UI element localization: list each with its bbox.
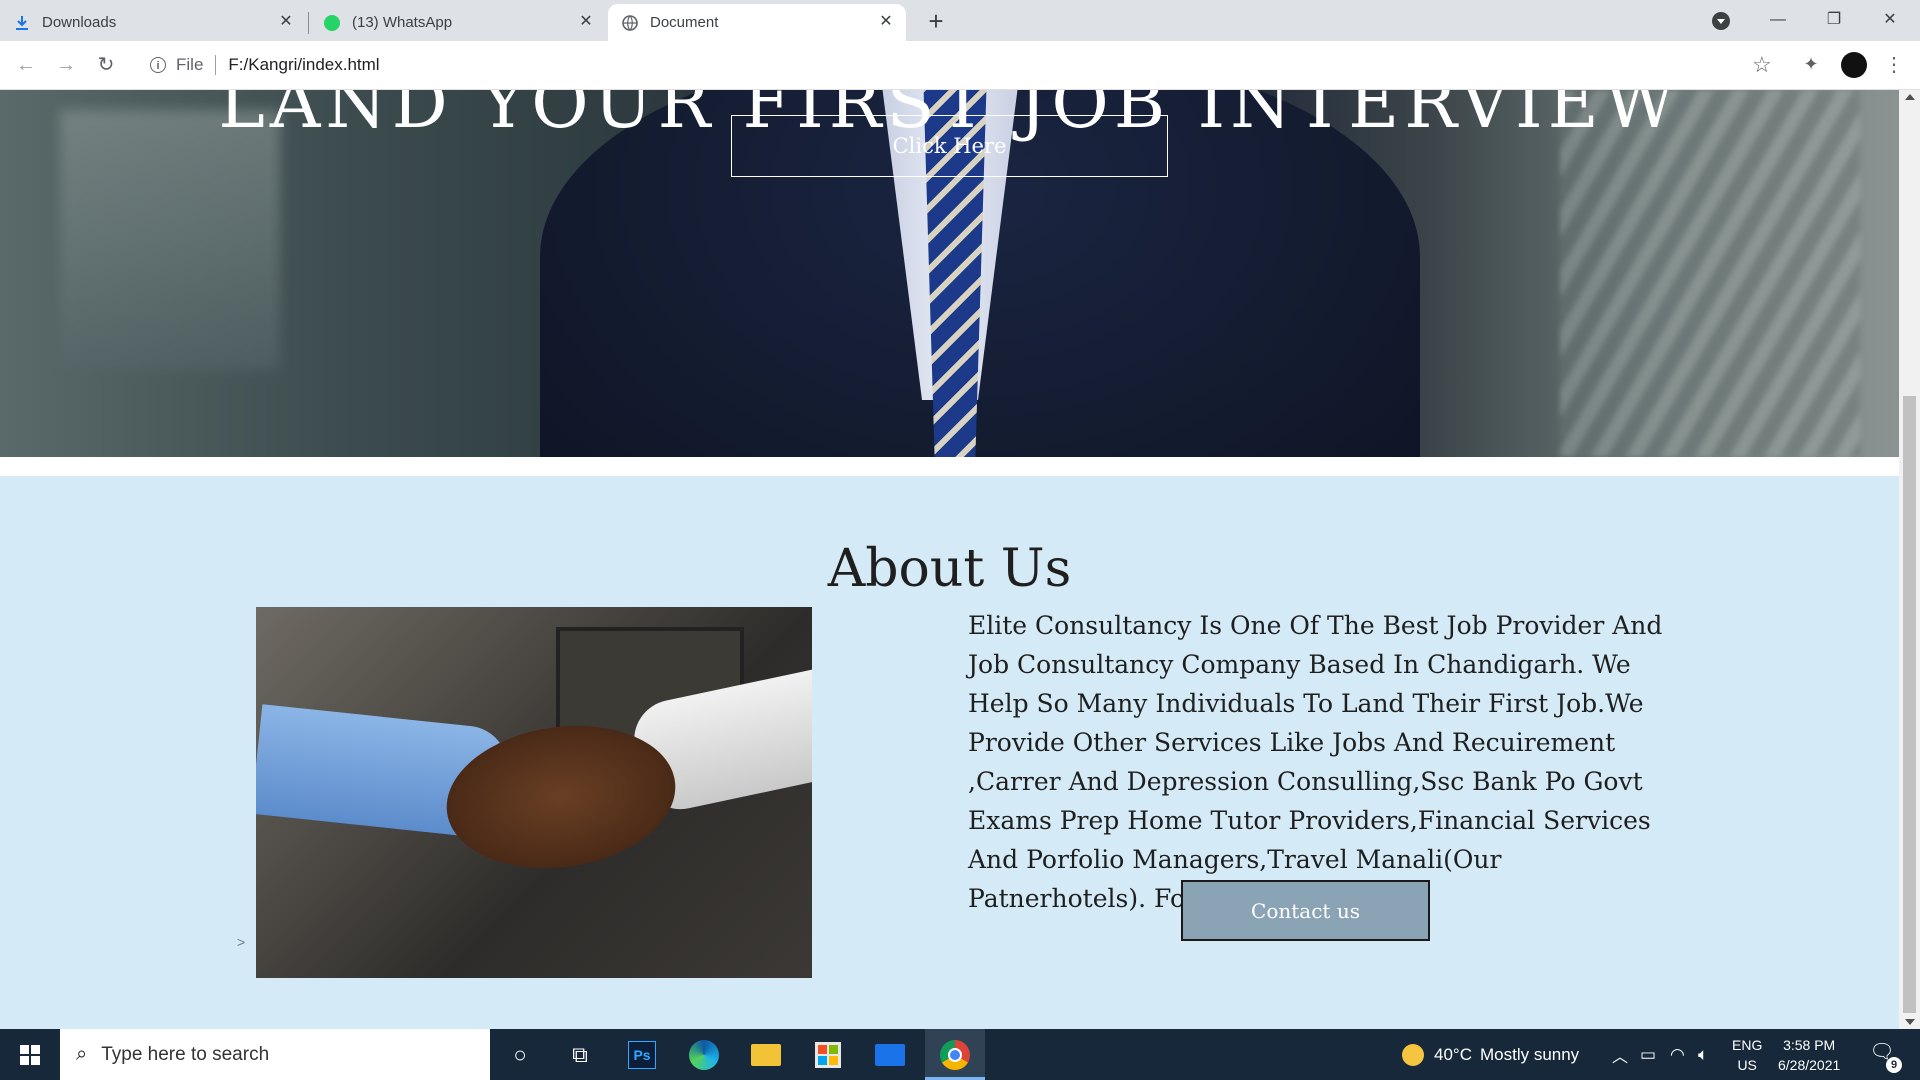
taskbar-search[interactable]: ⌕ Type here to search (60, 1029, 490, 1080)
chrome-icon[interactable] (937, 1037, 973, 1073)
scroll-thumb[interactable] (1903, 396, 1916, 1013)
whatsapp-icon (324, 14, 340, 31)
task-view-icon[interactable]: ⧉ (562, 1037, 598, 1073)
handshake-image (256, 607, 812, 978)
about-title: About Us (827, 539, 1072, 600)
restore-icon[interactable]: ❐ (1806, 0, 1862, 41)
reload-icon[interactable]: ↻ (92, 51, 120, 79)
tab-label: (13) WhatsApp (352, 14, 453, 31)
photoshop-icon[interactable]: Ps (624, 1037, 660, 1073)
clock-date: 6/28/2021 (1778, 1056, 1841, 1073)
tab-search-icon[interactable] (1712, 12, 1730, 30)
clock[interactable]: 3:58 PM 6/28/2021 (1778, 1029, 1840, 1080)
tab-label: Downloads (42, 14, 117, 31)
contact-us-button[interactable]: Contact us (1181, 880, 1430, 941)
battery-icon[interactable]: ▭ (1640, 1029, 1656, 1080)
address-bar[interactable]: i File F:/Kangri/index.html (140, 47, 1760, 83)
scroll-up-icon[interactable] (1905, 94, 1915, 100)
bookmark-star-icon[interactable]: ☆ (1752, 51, 1772, 79)
back-icon[interactable]: ← (12, 51, 40, 79)
notification-count-badge: 9 (1886, 1057, 1902, 1073)
close-tab-icon[interactable]: ✕ (876, 12, 896, 32)
browser-tab-strip: Downloads ✕ (13) WhatsApp ✕ Document ✕ +… (0, 0, 1920, 41)
menu-dots-icon[interactable]: ⋮ (1884, 51, 1904, 79)
close-window-icon[interactable]: ✕ (1862, 0, 1918, 41)
close-tab-icon[interactable]: ✕ (576, 12, 596, 32)
globe-icon (622, 14, 638, 31)
lang-bottom: US (1737, 1056, 1757, 1073)
tab-label: Document (650, 14, 719, 31)
tab-separator (308, 12, 309, 34)
arrow-mark: > (237, 934, 246, 950)
weather-desc: Mostly sunny (1479, 1044, 1580, 1064)
edge-icon[interactable] (686, 1037, 722, 1073)
new-tab-button[interactable]: + (922, 7, 950, 35)
download-icon (14, 15, 30, 31)
cortana-icon[interactable]: ○ (502, 1037, 538, 1073)
forward-icon[interactable]: → (52, 51, 80, 79)
mail-icon[interactable] (872, 1037, 908, 1073)
minimize-icon[interactable]: — (1750, 0, 1806, 41)
about-description: Elite Consultancy Is One Of The Best Job… (968, 611, 1663, 913)
wifi-icon[interactable]: ◠ (1670, 1029, 1685, 1080)
tab-document[interactable]: Document ✕ (608, 4, 906, 41)
url-text[interactable]: F:/Kangri/index.html (228, 55, 379, 75)
scheme-label: File (176, 55, 204, 74)
store-icon[interactable] (810, 1037, 846, 1073)
tab-downloads[interactable]: Downloads ✕ (0, 4, 306, 41)
file-explorer-icon[interactable] (748, 1037, 784, 1073)
click-here-button[interactable]: Click Here (731, 115, 1168, 177)
windows-taskbar: ⌕ Type here to search ○ ⧉ Ps 40°C Mostly… (0, 1029, 1920, 1080)
search-icon: ⌕ (76, 1043, 88, 1065)
address-separator (215, 55, 217, 75)
weather-temp: 40°C (1434, 1044, 1472, 1064)
hero-banner: LAND YOUR FIRST JOB INTERVIEW Click Here (0, 90, 1899, 457)
language-indicator[interactable]: ENG US (1732, 1029, 1762, 1080)
tray-chevron-icon[interactable]: ︿ (1612, 1029, 1628, 1080)
search-placeholder: Type here to search (101, 1043, 270, 1065)
weather-sun-icon (1402, 1043, 1424, 1066)
weather-widget[interactable]: 40°C Mostly sunny (1402, 1029, 1579, 1080)
hero-background-window (60, 110, 280, 370)
windows-logo-icon (20, 1044, 40, 1065)
extensions-icon[interactable]: ✦ (1800, 53, 1822, 75)
clock-time: 3:58 PM (1783, 1036, 1836, 1053)
lang-top: ENG (1732, 1036, 1763, 1053)
tab-whatsapp[interactable]: (13) WhatsApp ✕ (310, 4, 606, 41)
info-icon[interactable]: i (150, 57, 166, 73)
profile-avatar[interactable] (1841, 52, 1867, 78)
about-section: About Us Elite Consultancy Is One Of The… (0, 476, 1899, 1029)
close-tab-icon[interactable]: ✕ (276, 12, 296, 32)
volume-icon[interactable]: 🔈︎ (1698, 1029, 1708, 1080)
start-button[interactable] (0, 1029, 60, 1080)
browser-toolbar: ← → ↻ i File F:/Kangri/index.html ☆ ✦ ⋮ (0, 41, 1920, 90)
page-scrollbar[interactable] (1899, 90, 1920, 1029)
page-viewport: LAND YOUR FIRST JOB INTERVIEW Click Here… (0, 90, 1899, 1029)
hero-background-stairs (1560, 90, 1860, 457)
scroll-down-icon[interactable] (1905, 1019, 1915, 1025)
